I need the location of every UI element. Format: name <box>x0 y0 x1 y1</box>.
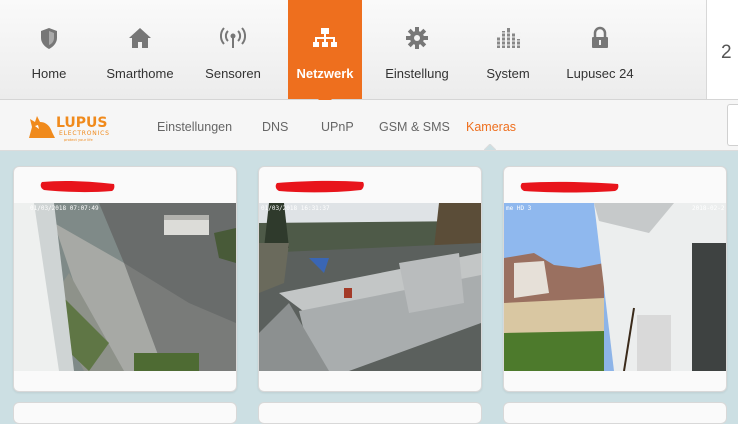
camera-card[interactable]: 01/03/2018 16:31:37 <box>258 166 482 392</box>
nav-label: Einstellung <box>385 66 449 81</box>
nav-item-smarthome[interactable]: Smarthome <box>105 0 175 99</box>
nav-label: Smarthome <box>106 66 174 81</box>
nav-item-home[interactable]: Home <box>21 0 77 99</box>
camera-timestamp: 2018-02-2 <box>692 205 725 212</box>
lock-icon <box>592 26 608 48</box>
nav-label: Sensoren <box>205 66 261 81</box>
camera-card[interactable]: 01/03/2018 07:07:49 <box>13 166 237 392</box>
logo-text: LUPUS <box>56 115 108 131</box>
camera-card[interactable] <box>503 402 727 424</box>
sub-nav: LUPUS ELECTRONICS protect your life Eins… <box>0 100 738 151</box>
camera-name-redacted <box>520 181 619 193</box>
nav-label: Netzwerk <box>296 66 354 81</box>
camera-timestamp: 01/03/2018 07:07:49 <box>30 205 99 212</box>
search-input[interactable] <box>727 104 738 146</box>
camera-name-redacted <box>40 180 115 193</box>
subnav-upnp[interactable]: UPnP <box>321 120 354 134</box>
user-panel-text: 2 <box>721 42 732 63</box>
nav-item-einstellung[interactable]: Einstellung <box>381 0 453 99</box>
shield-icon <box>41 28 57 49</box>
nav-item-lupusec24[interactable]: Lupusec 24 <box>560 0 640 99</box>
equalizer-icon <box>495 28 521 48</box>
camera-overlay-name: me HD 3 <box>506 205 532 212</box>
camera-image <box>259 203 481 371</box>
camera-card[interactable] <box>13 402 237 424</box>
camera-image <box>504 203 726 371</box>
camera-feed[interactable]: 01/03/2018 07:07:49 <box>14 203 236 371</box>
user-panel: 2 <box>706 0 738 99</box>
main-nav: Home Smarthome Sensoren Netzwerk Einstel… <box>0 0 738 106</box>
camera-card[interactable]: me HD 3 2018-02-2 <box>503 166 727 392</box>
lupus-logo: LUPUS ELECTRONICS protect your life <box>29 115 110 142</box>
camera-name-redacted <box>275 180 364 193</box>
house-icon <box>129 28 151 48</box>
network-icon <box>313 28 337 47</box>
logo-tagline: protect your life <box>64 138 94 142</box>
nav-label: Home <box>31 66 67 81</box>
active-tab-caret <box>484 144 496 150</box>
subnav-einstellungen[interactable]: Einstellungen <box>157 120 232 134</box>
wolf-icon <box>29 116 55 138</box>
camera-timestamp: 01/03/2018 16:31:37 <box>261 205 330 212</box>
camera-feed[interactable]: 01/03/2018 16:31:37 <box>259 203 481 371</box>
subnav-dns[interactable]: DNS <box>262 120 288 134</box>
nav-label: System <box>486 66 530 81</box>
camera-card[interactable] <box>258 402 482 424</box>
nav-item-system[interactable]: System <box>482 0 534 99</box>
subnav-gsm-sms[interactable]: GSM & SMS <box>379 120 450 134</box>
nav-item-sensoren[interactable]: Sensoren <box>200 0 266 99</box>
signal-icon <box>220 27 246 48</box>
camera-feed[interactable]: me HD 3 2018-02-2 <box>504 203 726 371</box>
subnav-kameras[interactable]: Kameras <box>466 120 516 134</box>
nav-item-netzwerk[interactable]: Netzwerk <box>288 0 362 106</box>
gear-icon <box>406 27 428 49</box>
camera-image <box>14 203 236 371</box>
nav-label: Lupusec 24 <box>566 66 634 81</box>
logo-subtext: ELECTRONICS <box>59 130 110 137</box>
